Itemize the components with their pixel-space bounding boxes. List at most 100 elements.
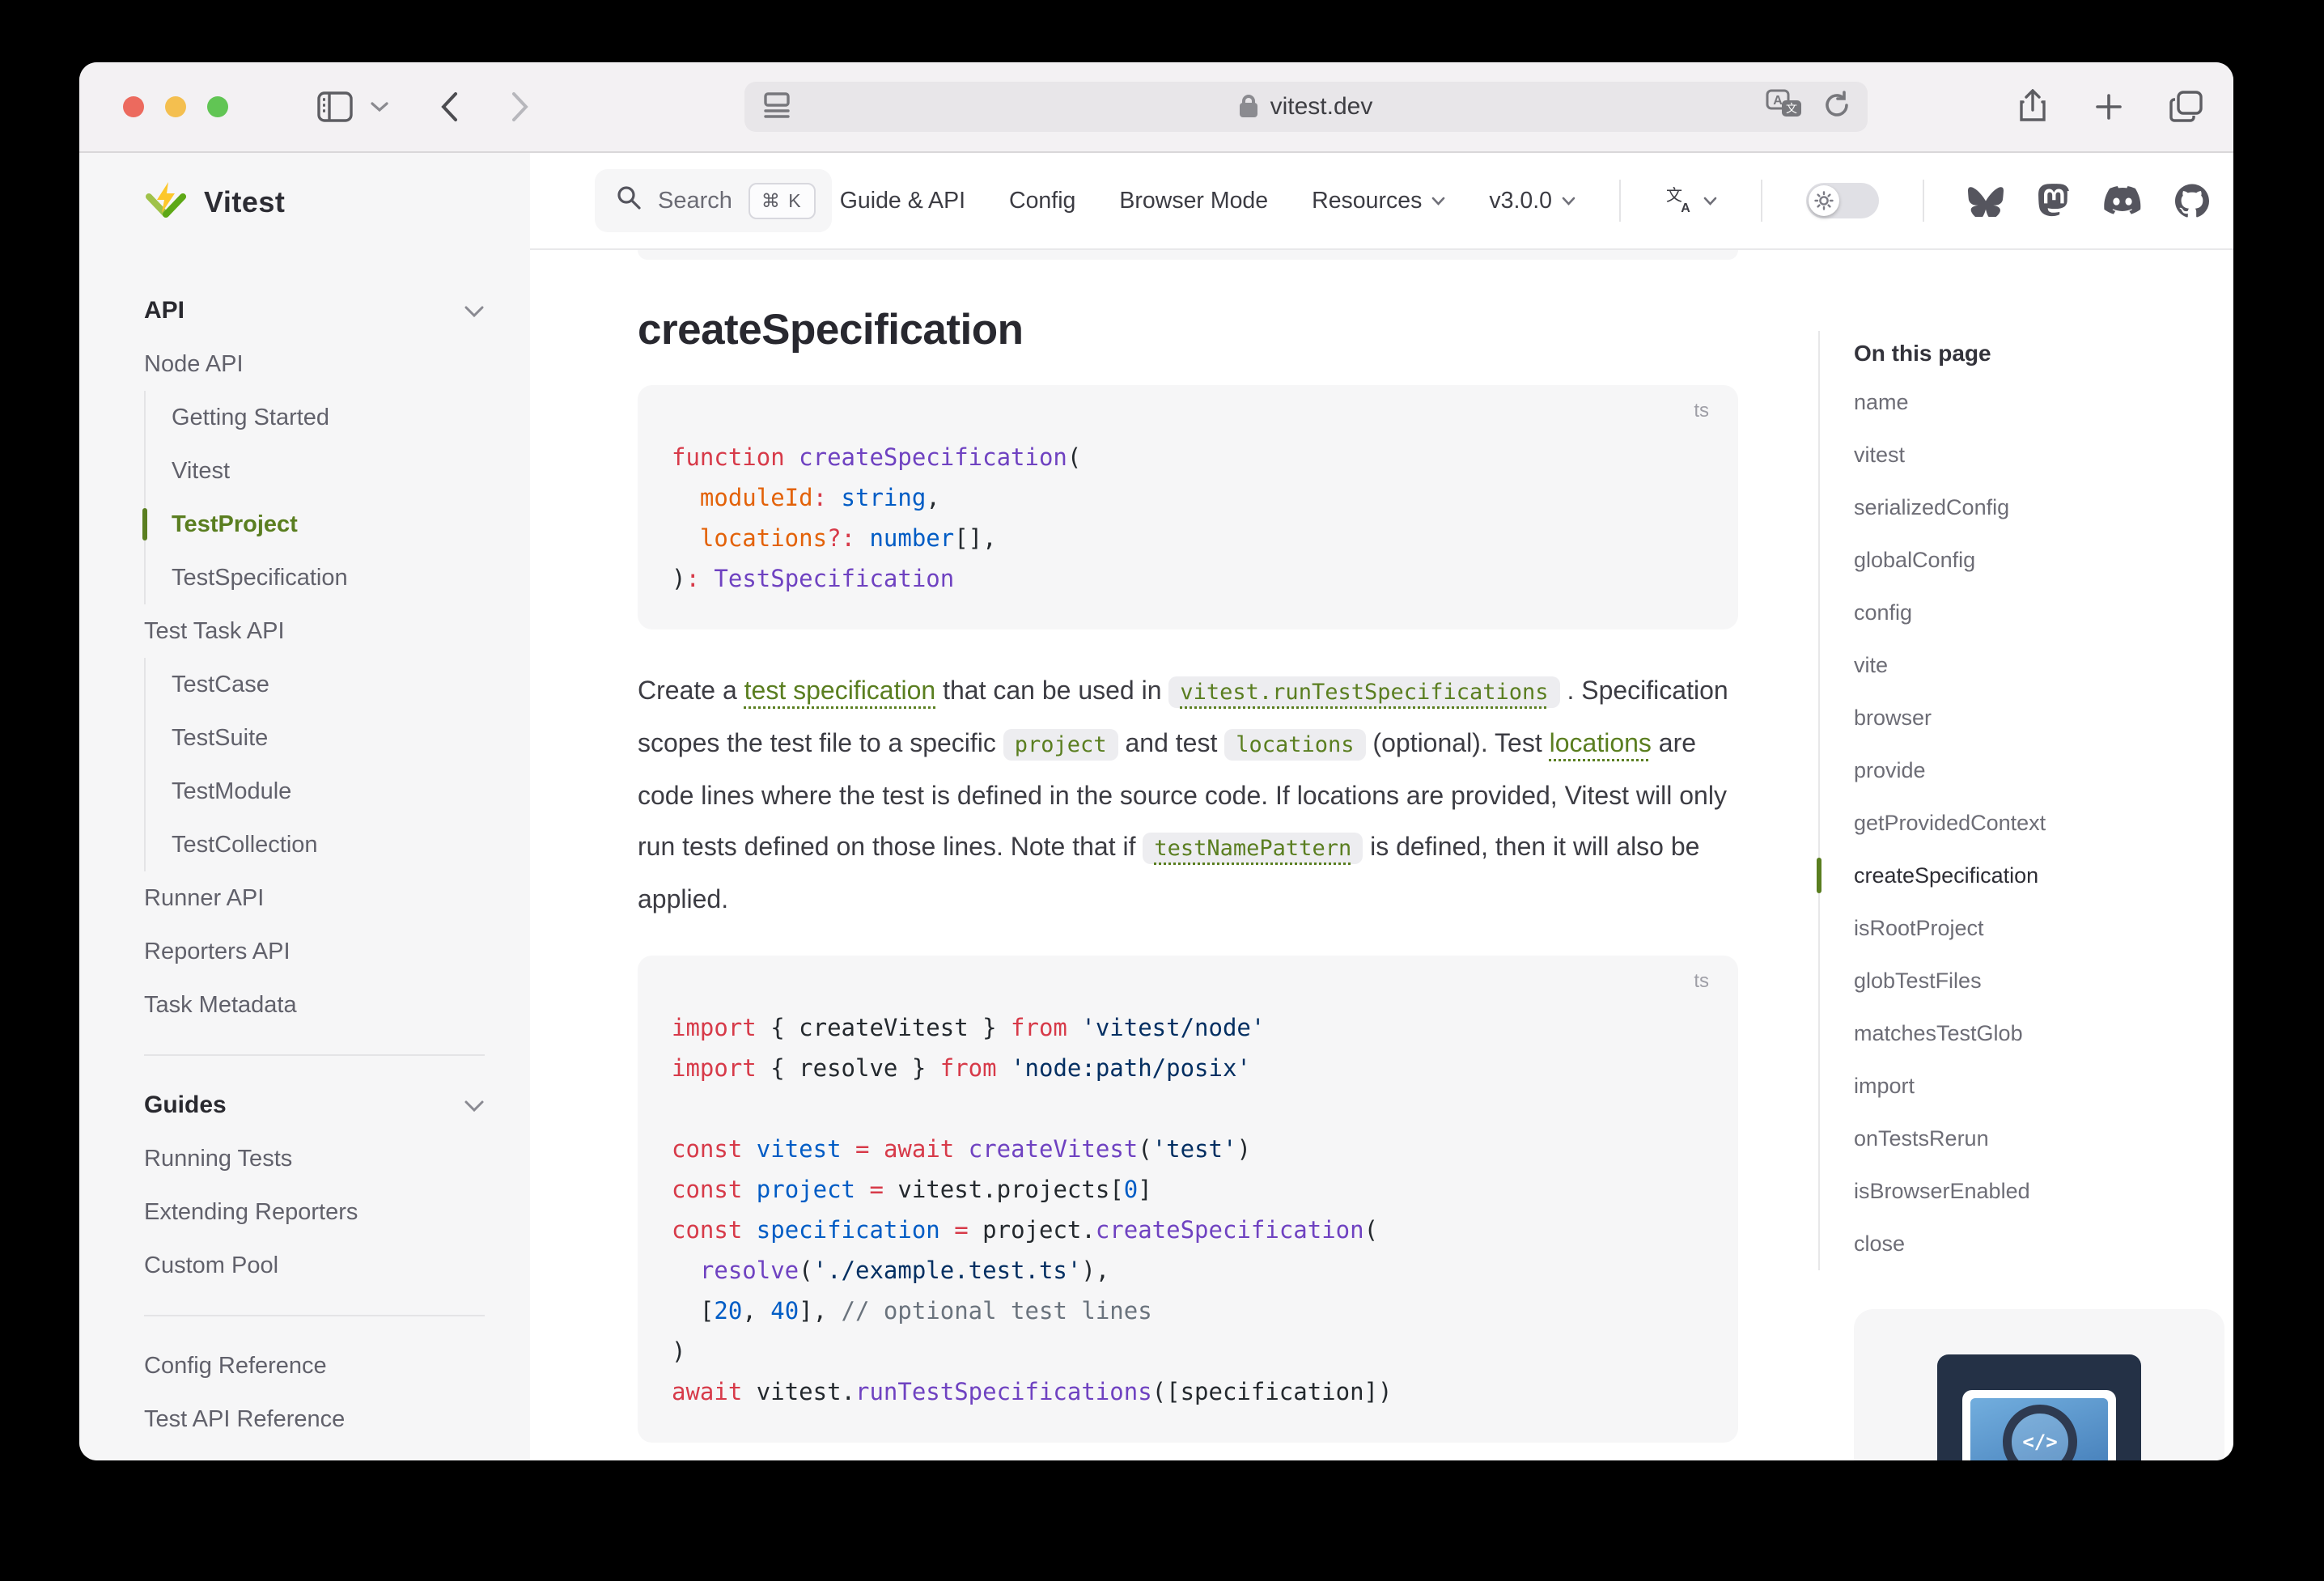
outline-item-close[interactable]: close	[1854, 1218, 2233, 1270]
sidebar-item-running-tests[interactable]: Running Tests	[144, 1132, 485, 1185]
code-line	[672, 1088, 1704, 1129]
sidebar-item-testproject[interactable]: TestProject	[146, 498, 485, 551]
site-logo[interactable]: Vitest	[79, 153, 530, 252]
mastodon-icon[interactable]	[2038, 184, 2070, 218]
sidebar-item-extending-reporters[interactable]: Extending Reporters	[144, 1185, 485, 1239]
nav-link-browser-mode[interactable]: Browser Mode	[1119, 188, 1268, 214]
minimize-window-button[interactable]	[165, 96, 186, 117]
code-token: runTestSpecifications	[855, 1378, 1152, 1405]
browser-toolbar: vitest.dev A 文	[79, 62, 2233, 153]
code-line: locations?: number[],	[672, 518, 1704, 558]
close-window-button[interactable]	[123, 96, 144, 117]
inline-link-test-specification[interactable]: test specification	[744, 676, 936, 705]
svg-text:文: 文	[1666, 186, 1682, 205]
outline-list: namevitestserializedConfigglobalConfigco…	[1854, 376, 2233, 1270]
outline-item-createspecification[interactable]: createSpecification	[1854, 850, 2233, 902]
sidebar-section-label: API	[144, 297, 184, 324]
sidebar-item-testsuite[interactable]: TestSuite	[146, 711, 485, 765]
sidebar-item-custom-pool[interactable]: Custom Pool	[144, 1239, 485, 1292]
url-text[interactable]: vitest.dev	[1270, 93, 1373, 121]
translate-menu[interactable]: 文 A	[1665, 186, 1717, 215]
forward-button-icon[interactable]	[511, 91, 529, 122]
outline-item-name[interactable]: name	[1854, 376, 2233, 429]
body-text: and test	[1118, 728, 1225, 757]
discord-icon[interactable]	[2104, 186, 2141, 215]
sidebar-item-reporters-api[interactable]: Reporters API	[144, 925, 485, 978]
nav-menu-version[interactable]: v3.0.0	[1489, 188, 1575, 214]
code-token: import	[672, 1014, 757, 1041]
zoom-window-button[interactable]	[207, 96, 228, 117]
sidebar-divider	[144, 1054, 485, 1056]
description-paragraph: Create a test specification that can be …	[638, 665, 1738, 925]
inline-link-locations[interactable]: locations	[1550, 728, 1652, 757]
code-token	[997, 1054, 1011, 1082]
outline-item-serializedconfig[interactable]: serializedConfig	[1854, 481, 2233, 534]
sidebar-options-chevron-icon[interactable]	[371, 101, 388, 112]
code-token: function	[672, 443, 785, 471]
scrolled-code-block-remnant	[638, 250, 1738, 260]
main-area: Search ⌘ K Guide & API Config Browser Mo…	[530, 153, 2233, 1460]
github-icon[interactable]	[2175, 184, 2209, 218]
code-token: )	[1236, 1135, 1250, 1163]
search-button[interactable]: Search ⌘ K	[595, 169, 832, 232]
share-icon[interactable]	[2017, 89, 2049, 125]
outline-item-provide[interactable]: provide	[1854, 744, 2233, 797]
outline-item-config[interactable]: config	[1854, 587, 2233, 639]
outline-item-globtestfiles[interactable]: globTestFiles	[1854, 955, 2233, 1007]
tab-overview-icon[interactable]	[2169, 90, 2204, 124]
back-button-icon[interactable]	[440, 91, 458, 122]
code-line: moduleId: string,	[672, 477, 1704, 518]
code-token	[742, 1216, 756, 1244]
sidebar-item-testmodule[interactable]: TestModule	[146, 765, 485, 818]
outline-item-isbrowserenabled[interactable]: isBrowserEnabled	[1854, 1165, 2233, 1218]
code-token: ,	[926, 484, 939, 511]
sidebar-section-guides[interactable]: Guides	[144, 1079, 485, 1132]
sidebar-item-test-task-api[interactable]: Test Task API	[144, 604, 485, 658]
sidebar-item-testcase[interactable]: TestCase	[146, 658, 485, 711]
code-token: (	[1364, 1216, 1378, 1244]
sidebar-item-testspecification[interactable]: TestSpecification	[146, 551, 485, 604]
sidebar-item-runner-api[interactable]: Runner API	[144, 871, 485, 925]
outline-item-isrootproject[interactable]: isRootProject	[1854, 902, 2233, 955]
translate-page-icon[interactable]: A 文	[1766, 89, 1803, 125]
outline-item-ontestsrerun[interactable]: onTestsRerun	[1854, 1113, 2233, 1165]
browser-sidebar-toggle-icon[interactable]	[317, 91, 353, 122]
search-label: Search	[658, 188, 732, 214]
inline-code-link-testnamepattern[interactable]: testNamePattern	[1143, 832, 1363, 861]
sidebar-item-config-reference[interactable]: Config Reference	[144, 1339, 485, 1392]
sidebar-item-getting-started[interactable]: Getting Started	[146, 391, 485, 444]
nav-menu-resources[interactable]: Resources	[1312, 188, 1445, 214]
code-token: 'test'	[1152, 1135, 1237, 1163]
code-token: (	[799, 1257, 812, 1284]
outline-item-import[interactable]: import	[1854, 1060, 2233, 1113]
sidebar-section-api[interactable]: API	[144, 284, 485, 337]
inline-code-link-vitest-runtestspecifications[interactable]: vitest.runTestSpecifications	[1168, 676, 1559, 705]
nav-link-config[interactable]: Config	[1009, 188, 1075, 214]
outline-item-globalconfig[interactable]: globalConfig	[1854, 534, 2233, 587]
code-token: :	[685, 565, 699, 592]
sidebar-item-node-api[interactable]: Node API	[144, 337, 485, 391]
svg-text:A: A	[1773, 94, 1783, 108]
sidebar-item-testcollection[interactable]: TestCollection	[146, 818, 485, 871]
address-bar[interactable]: vitest.dev A 文	[744, 82, 1868, 132]
sidebar-item-test-api-reference[interactable]: Test API Reference	[144, 1392, 485, 1446]
sidebar-item-vitest[interactable]: Vitest	[146, 444, 485, 498]
svg-text:文: 文	[1786, 103, 1797, 116]
outline-item-getprovidedcontext[interactable]: getProvidedContext	[1854, 797, 2233, 850]
sidebar-item-task-metadata[interactable]: Task Metadata	[144, 978, 485, 1032]
sponsor-ad-card[interactable]: </>	[1854, 1309, 2224, 1460]
theme-toggle[interactable]	[1806, 183, 1879, 218]
outline-item-vitest[interactable]: vitest	[1854, 429, 2233, 481]
outline-item-browser[interactable]: browser	[1854, 692, 2233, 744]
chevron-down-icon	[1431, 197, 1445, 206]
bluesky-icon[interactable]	[1968, 184, 2004, 217]
outline-item-vite[interactable]: vite	[1854, 639, 2233, 692]
code-token: ,	[742, 1297, 770, 1325]
code-lang-badge: ts	[1694, 970, 1709, 993]
outline-item-matchestestglob[interactable]: matchesTestGlob	[1854, 1007, 2233, 1060]
code-token: vitest.projects[	[884, 1176, 1124, 1203]
outline-title: On this page	[1854, 331, 2233, 376]
new-tab-icon[interactable]	[2093, 91, 2125, 123]
nav-link-guide-api[interactable]: Guide & API	[840, 188, 965, 214]
reload-icon[interactable]	[1822, 90, 1851, 125]
